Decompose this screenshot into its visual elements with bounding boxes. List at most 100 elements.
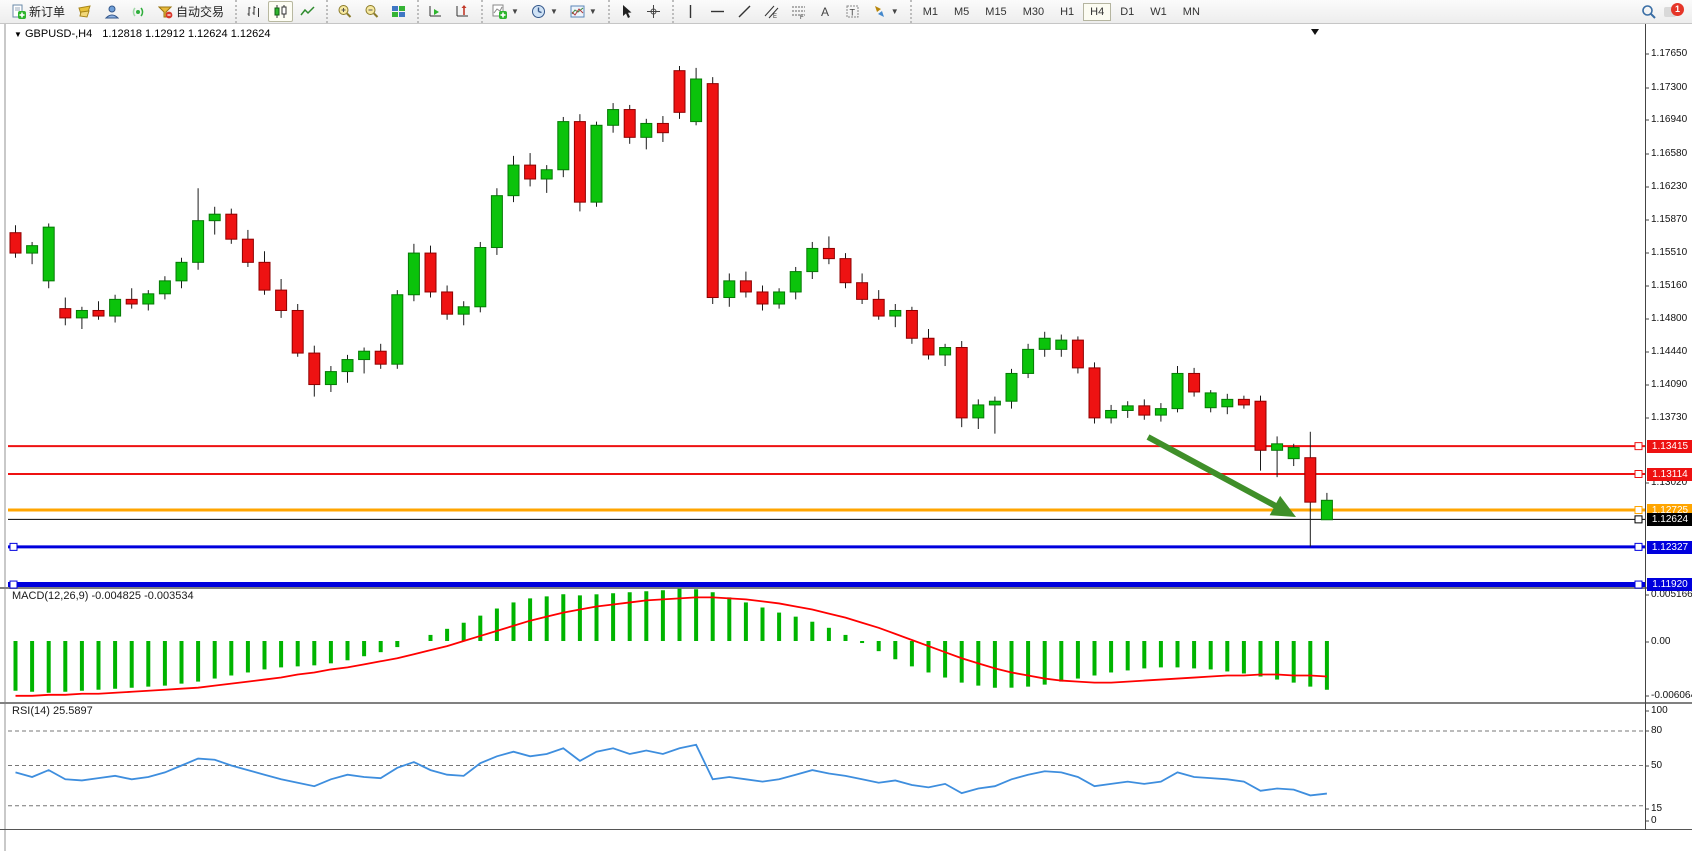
timeframe-button-M30[interactable]: M30 (1016, 3, 1051, 21)
zoom-in-icon (337, 4, 352, 19)
rsi-axis-label: 15 (1651, 803, 1662, 814)
candlestick-button[interactable] (268, 1, 293, 22)
candle-body (1222, 399, 1233, 406)
profiles-button[interactable] (99, 1, 124, 22)
auto-scroll-button[interactable] (423, 1, 448, 22)
candle-body (10, 233, 21, 253)
timeframe-button-MN[interactable]: MN (1176, 3, 1207, 21)
candle-body (242, 239, 253, 262)
price-axis-label: 1.17650 (1651, 48, 1687, 59)
candle-body (674, 71, 685, 113)
svg-text:E: E (773, 14, 777, 19)
templates-button[interactable]: ▼ (565, 1, 602, 22)
arrows-button[interactable]: ▼ (867, 1, 904, 22)
candle-body (76, 310, 87, 317)
candle-body (491, 196, 502, 248)
hline-right-handle[interactable] (1635, 516, 1642, 523)
candle-body (940, 348, 951, 355)
candle-body (375, 351, 386, 364)
candle-body (956, 348, 967, 418)
search-icon[interactable] (1641, 4, 1656, 19)
bar-chart-button[interactable] (241, 1, 266, 22)
chart-canvas[interactable] (0, 24, 1692, 851)
cursor-button[interactable] (614, 1, 639, 22)
candle-body (159, 281, 170, 294)
toolbar-group-cursor (608, 0, 670, 23)
chart-window: ▼ GBPUSD-,H4 1.12818 1.12912 1.12624 1.1… (0, 24, 1692, 851)
chart-title: ▼ GBPUSD-,H4 1.12818 1.12912 1.12624 1.1… (14, 28, 270, 40)
periods-button[interactable]: ▼ (526, 1, 563, 22)
text-label-button[interactable]: T (840, 1, 865, 22)
macd-name: MACD(12,26,9) (12, 590, 88, 602)
price-axis-label: 1.14440 (1651, 346, 1687, 357)
hline-right-handle[interactable] (1635, 443, 1642, 450)
timeframe-button-W1[interactable]: W1 (1143, 3, 1174, 21)
candle-body (1172, 373, 1183, 408)
chart-shift-button[interactable] (450, 1, 475, 22)
vertical-line-button[interactable] (678, 1, 703, 22)
candle-body (1139, 406, 1150, 415)
svg-text:F: F (800, 15, 804, 19)
chart-dropdown-icon[interactable]: ▼ (14, 30, 22, 39)
price-tag-1.11920: 1.11920 (1647, 578, 1692, 591)
text-button[interactable]: A (813, 1, 838, 22)
zoom-out-button[interactable] (359, 1, 384, 22)
candle-body (923, 338, 934, 355)
equidistant-channel-button[interactable]: E (759, 1, 784, 22)
candle-body (392, 295, 403, 364)
tile-windows-button[interactable] (386, 1, 411, 22)
text-icon: A (818, 4, 833, 19)
candle-body (873, 299, 884, 316)
crosshair-button[interactable] (641, 1, 666, 22)
vertical-line-icon (683, 4, 698, 19)
timeframe-toolbar: M1M5M15M30H1H4D1W1MN (910, 0, 1211, 23)
svg-text:A: A (821, 5, 829, 19)
candle-body (857, 283, 868, 300)
candle-body (93, 310, 104, 316)
hline-left-handle[interactable] (10, 543, 17, 550)
timeframe-button-M15[interactable]: M15 (978, 3, 1013, 21)
price-axis-label: 1.16230 (1651, 181, 1687, 192)
autotrade-button[interactable]: 自动交易 (153, 0, 229, 23)
notification-icon[interactable]: 1 (1664, 4, 1682, 20)
autotrade-label: 自动交易 (176, 3, 224, 20)
indicators-button[interactable]: ▼ (487, 1, 524, 22)
market-watch-icon (77, 4, 92, 19)
hline-right-handle[interactable] (1635, 507, 1642, 514)
candle-body (707, 84, 718, 298)
candle-body (226, 214, 237, 239)
new-order-button[interactable]: 新订单 (6, 0, 70, 23)
market-watch-button[interactable] (72, 1, 97, 22)
candle-body (641, 123, 652, 137)
candle-body (624, 110, 635, 138)
notification-count-badge: 1 (1671, 3, 1684, 16)
trendline-button[interactable] (732, 1, 757, 22)
candle-body (657, 123, 668, 132)
hline-right-handle[interactable] (1635, 581, 1642, 588)
timeframe-button-D1[interactable]: D1 (1113, 3, 1141, 21)
svg-text:T: T (849, 8, 855, 18)
candle-body (989, 401, 1000, 405)
price-tag-1.13415: 1.13415 (1647, 440, 1692, 453)
timeframe-button-M5[interactable]: M5 (947, 3, 976, 21)
hline-right-handle[interactable] (1635, 543, 1642, 550)
candle-body (110, 299, 121, 316)
zoom-in-button[interactable] (332, 1, 357, 22)
candle-body (757, 292, 768, 304)
cursor-icon (619, 4, 634, 19)
signals-button[interactable] (126, 1, 151, 22)
candle-body (1056, 340, 1067, 349)
line-chart-button[interactable] (295, 1, 320, 22)
rsi-value: 25.5897 (53, 705, 93, 717)
horizontal-line-button[interactable] (705, 1, 730, 22)
hline-left-handle[interactable] (10, 581, 17, 588)
timeframe-button-M1[interactable]: M1 (916, 3, 945, 21)
timeframe-button-H1[interactable]: H1 (1053, 3, 1081, 21)
hline-right-handle[interactable] (1635, 471, 1642, 478)
fibonacci-button[interactable]: F (786, 1, 811, 22)
candle-body (193, 221, 204, 263)
candle-body (143, 294, 154, 304)
chart-ohlc-values: 1.12818 1.12912 1.12624 1.12624 (102, 28, 270, 40)
rsi-axis-label: 80 (1651, 725, 1662, 736)
timeframe-button-H4[interactable]: H4 (1083, 3, 1111, 21)
